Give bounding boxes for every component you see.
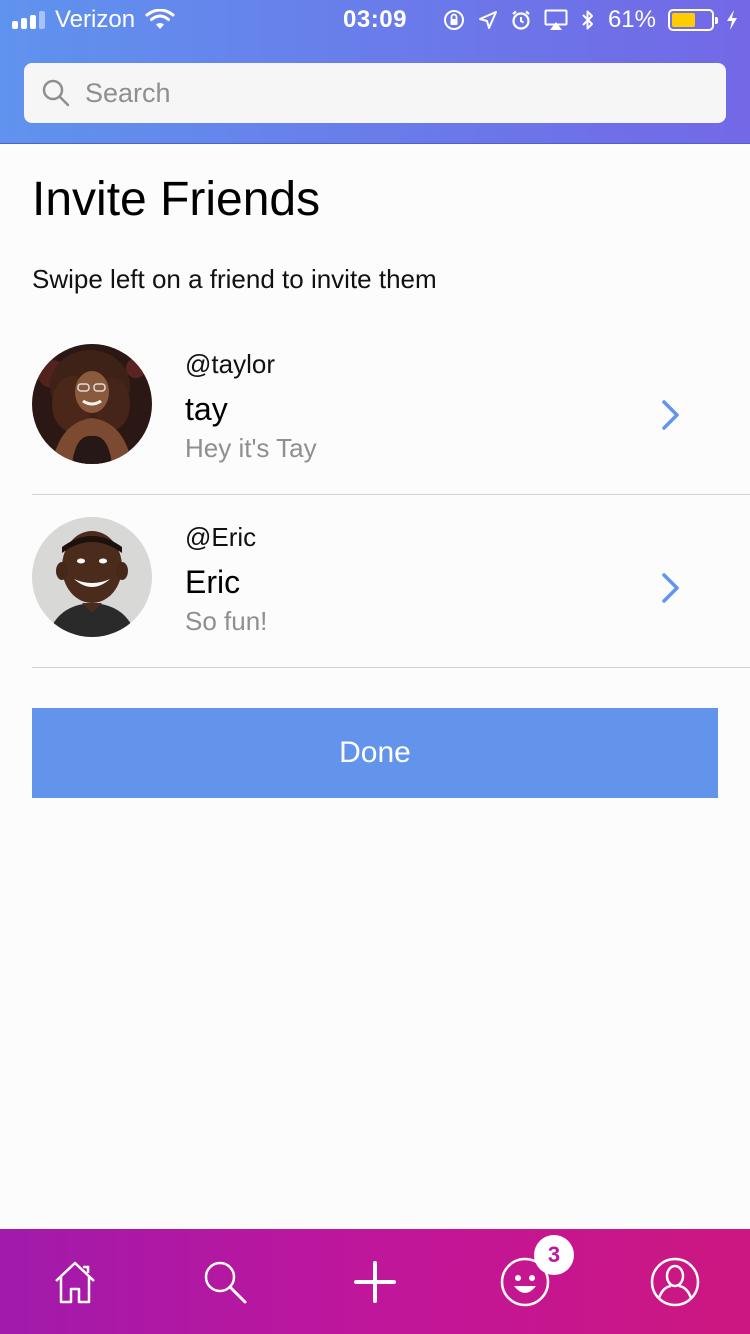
friend-handle: @taylor [185,349,275,379]
orientation-lock-icon [443,10,464,30]
airplay-icon [544,9,568,30]
tab-add[interactable] [300,1229,450,1334]
search-icon [204,1261,247,1303]
search-input[interactable] [85,77,685,109]
search-icon [42,79,70,107]
page-title: Invite Friends [32,173,321,226]
charging-icon [727,10,737,30]
chevron-right-icon[interactable] [660,572,682,604]
tab-search[interactable] [150,1229,300,1334]
tab-bar: 3 [0,1229,750,1334]
done-button[interactable]: Done [32,708,718,798]
alarm-icon [512,10,530,30]
tab-friends[interactable]: 3 [450,1229,600,1334]
header: Verizon 03:09 61% Search [0,0,750,144]
friend-row-eric[interactable]: @Eric Eric So fun! [32,496,750,668]
profile-icon [650,1257,700,1306]
page-subtitle: Swipe left on a friend to invite them [32,264,437,294]
bluetooth-icon [582,10,593,30]
friend-handle: @Eric [185,522,257,552]
status-bar: Verizon 03:09 61% [0,0,750,40]
tab-home[interactable] [0,1229,150,1334]
friend-bio: So fun! [185,606,268,636]
tab-profile[interactable] [600,1229,750,1334]
friend-bio: Hey it's Tay [185,433,317,463]
location-icon [478,11,497,29]
home-icon [55,1261,95,1303]
notification-badge: 3 [534,1235,574,1275]
avatar [32,517,152,637]
plus-icon [354,1260,396,1303]
avatar [32,344,152,464]
search-bar[interactable] [24,63,726,123]
friend-name: Eric [185,564,241,600]
chevron-right-icon[interactable] [660,399,682,431]
friend-name: tay [185,391,228,427]
battery-icon [668,9,718,31]
battery-percent: 61% [607,6,656,33]
friend-row-taylor[interactable]: @taylor tay Hey it's Tay [32,323,750,495]
battery-fill [672,13,696,27]
